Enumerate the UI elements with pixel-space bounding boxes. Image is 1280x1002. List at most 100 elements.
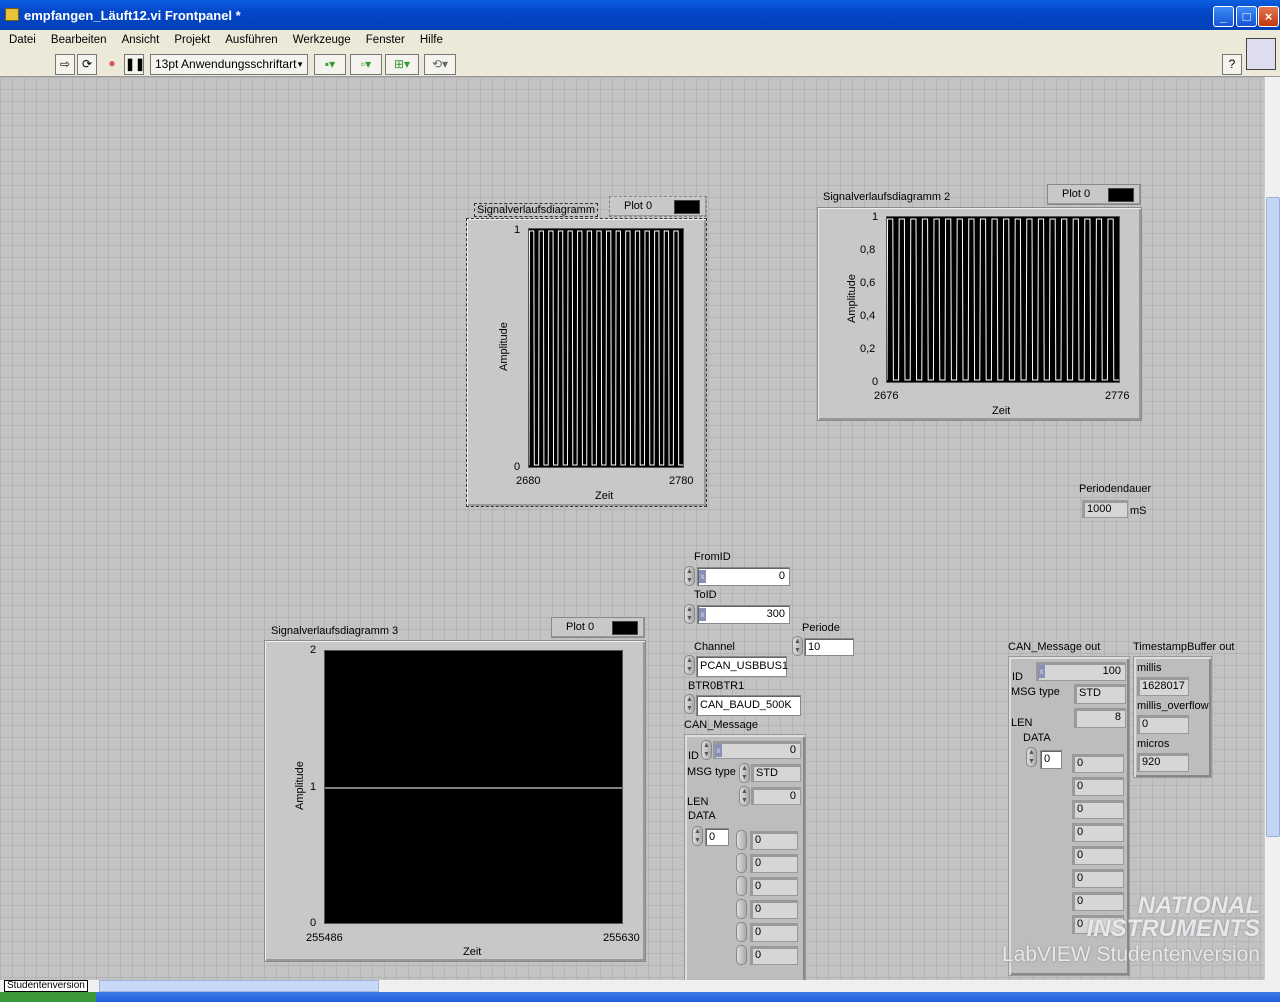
- scroll-thumb[interactable]: [1266, 197, 1280, 837]
- btr-ring-icon[interactable]: ▲ ▼: [684, 694, 695, 714]
- chart2-plot-legend[interactable]: Plot 0: [1047, 184, 1141, 205]
- can-id-increment-icon[interactable]: ▲ ▼: [701, 740, 712, 760]
- reorder-icon[interactable]: ⟲▾: [424, 54, 456, 75]
- can-data-index-input[interactable]: 0: [705, 828, 729, 846]
- watermark-line1: NATIONAL: [1137, 892, 1260, 919]
- periodendauer-unit: mS: [1130, 505, 1147, 517]
- toid-increment-icon[interactable]: ▲ ▼: [684, 604, 695, 624]
- can-id-label: ID: [688, 750, 699, 762]
- chart1-ylabel: Amplitude: [498, 322, 510, 371]
- can-data-index-icon[interactable]: ▲ ▼: [692, 826, 703, 846]
- menu-ansicht[interactable]: Ansicht: [122, 34, 160, 46]
- chart2-ytick: 1: [872, 211, 879, 223]
- watermark-line2: INSTRUMENTS: [1086, 915, 1260, 942]
- vi-icon: [1246, 38, 1276, 70]
- element-spin-icon[interactable]: [736, 899, 747, 919]
- channel-label: Channel: [694, 641, 735, 653]
- menu-bearbeiten[interactable]: Bearbeiten: [51, 34, 107, 46]
- horizontal-scroll-thumb[interactable]: [99, 980, 379, 992]
- fromid-input[interactable]: x0: [697, 567, 790, 586]
- pause-icon[interactable]: ❚❚: [124, 54, 145, 75]
- element-spin-icon[interactable]: [736, 876, 747, 896]
- chart2-ytick: 0,2: [860, 343, 876, 355]
- can-out-data-index-icon[interactable]: ▲ ▼: [1026, 747, 1037, 767]
- chart2-plot-area: [886, 216, 1120, 383]
- element-spin-icon[interactable]: [736, 830, 747, 850]
- micros-indicator: 920: [1137, 753, 1189, 772]
- can-msgtype-label: MSG type: [687, 766, 736, 778]
- radix-icon: x: [715, 744, 722, 757]
- menu-hilfe[interactable]: Hilfe: [420, 34, 443, 46]
- menu-projekt[interactable]: Projekt: [174, 34, 210, 46]
- font-select-value: 13pt Anwendungsschriftart: [155, 57, 297, 71]
- channel-select[interactable]: PCAN_USBBUS1: [696, 656, 788, 677]
- maximize-button[interactable]: □: [1236, 6, 1257, 27]
- channel-ring-icon[interactable]: ▲ ▼: [684, 655, 695, 675]
- toid-input[interactable]: x 300: [697, 605, 790, 624]
- minimize-button[interactable]: _: [1213, 6, 1234, 27]
- can-len-input[interactable]: 0: [751, 787, 801, 805]
- help-button[interactable]: ?: [1222, 54, 1242, 75]
- array-element: 0: [1072, 800, 1124, 819]
- chart2-ylabel: Amplitude: [846, 274, 858, 323]
- btr-label: BTR0BTR1: [688, 680, 745, 692]
- radix-icon: x: [699, 570, 706, 583]
- series-line-plot-0: [887, 218, 1119, 381]
- abort-icon[interactable]: ●: [102, 54, 122, 75]
- chart3-ytick: 0: [310, 917, 317, 929]
- can-out-data-index-input[interactable]: 0: [1040, 750, 1062, 769]
- vertical-scrollbar[interactable]: [1264, 77, 1280, 980]
- btr-select[interactable]: CAN_BAUD_500K: [696, 695, 801, 716]
- chart1-plot-legend[interactable]: Plot 0: [609, 196, 707, 217]
- array-element: 0: [1072, 754, 1124, 773]
- array-element: 0: [750, 854, 798, 873]
- periode-input[interactable]: 10: [804, 638, 854, 656]
- menu-datei[interactable]: Datei: [9, 34, 36, 46]
- toolbar: ⇨ ⟳ ● ❚❚ 13pt Anwendungsschriftart ▼ ▪▾ ▫…: [0, 38, 1280, 77]
- font-select[interactable]: 13pt Anwendungsschriftart ▼: [150, 54, 308, 75]
- menu-werkzeuge[interactable]: Werkzeuge: [293, 34, 351, 46]
- millis-overflow-indicator: 0: [1137, 715, 1189, 734]
- can-out-msgtype-label: MSG type: [1011, 686, 1060, 698]
- chart1-xlabel: Zeit: [595, 490, 614, 502]
- element-spin-icon[interactable]: [736, 922, 747, 942]
- can-msgtype-select[interactable]: STD: [751, 764, 801, 782]
- can-len-increment-icon[interactable]: ▲ ▼: [739, 786, 750, 806]
- chart2-xtick: 2776: [1105, 390, 1130, 402]
- resize-objects-icon[interactable]: ⊞▾: [385, 54, 419, 75]
- start-button[interactable]: [0, 992, 96, 1002]
- periodendauer-label: Periodendauer: [1079, 483, 1152, 495]
- can-msgtype-ring-icon[interactable]: ▲ ▼: [739, 763, 750, 783]
- can-id-value: 0: [789, 744, 796, 756]
- series-line-plot-0: [529, 230, 683, 466]
- chart3-title: Signalverlaufsdiagramm 3: [271, 625, 399, 637]
- status-bar: Studentenversion: [0, 980, 1280, 992]
- periode-increment-icon[interactable]: ▲ ▼: [792, 636, 803, 656]
- align-objects-icon[interactable]: ▪▾: [314, 54, 346, 75]
- menu-fenster[interactable]: Fenster: [366, 34, 405, 46]
- can-data-label: DATA: [688, 810, 716, 822]
- distribute-objects-icon[interactable]: ▫▾: [350, 54, 382, 75]
- chart2-ytick: 0,6: [860, 277, 876, 289]
- chart2-ytick: 0,4: [860, 310, 876, 322]
- element-spin-icon[interactable]: [736, 853, 747, 873]
- menu-ausfuehren[interactable]: Ausführen: [225, 34, 277, 46]
- periode-label: Periode: [802, 622, 840, 634]
- millis-label: millis: [1137, 662, 1162, 674]
- can-id-input[interactable]: x0: [713, 741, 801, 759]
- fromid-label: FromID: [694, 551, 731, 563]
- can-len-label: LEN: [687, 796, 709, 808]
- plot-style-icon: [1108, 188, 1134, 202]
- run-continuously-icon[interactable]: ⟳: [77, 54, 97, 75]
- fromid-increment-icon[interactable]: ▲ ▼: [684, 566, 695, 586]
- micros-label: micros: [1137, 738, 1170, 750]
- array-element: 0: [750, 877, 798, 896]
- array-element: 0: [750, 946, 798, 965]
- close-button[interactable]: ×: [1258, 6, 1279, 27]
- fromid-value: 0: [778, 570, 785, 582]
- chart3-plot-legend[interactable]: Plot 0: [551, 617, 645, 638]
- array-element: 0: [750, 923, 798, 942]
- run-arrow-icon[interactable]: ⇨: [55, 54, 75, 75]
- chart3-plot-area: [324, 650, 623, 924]
- element-spin-icon[interactable]: [736, 945, 747, 965]
